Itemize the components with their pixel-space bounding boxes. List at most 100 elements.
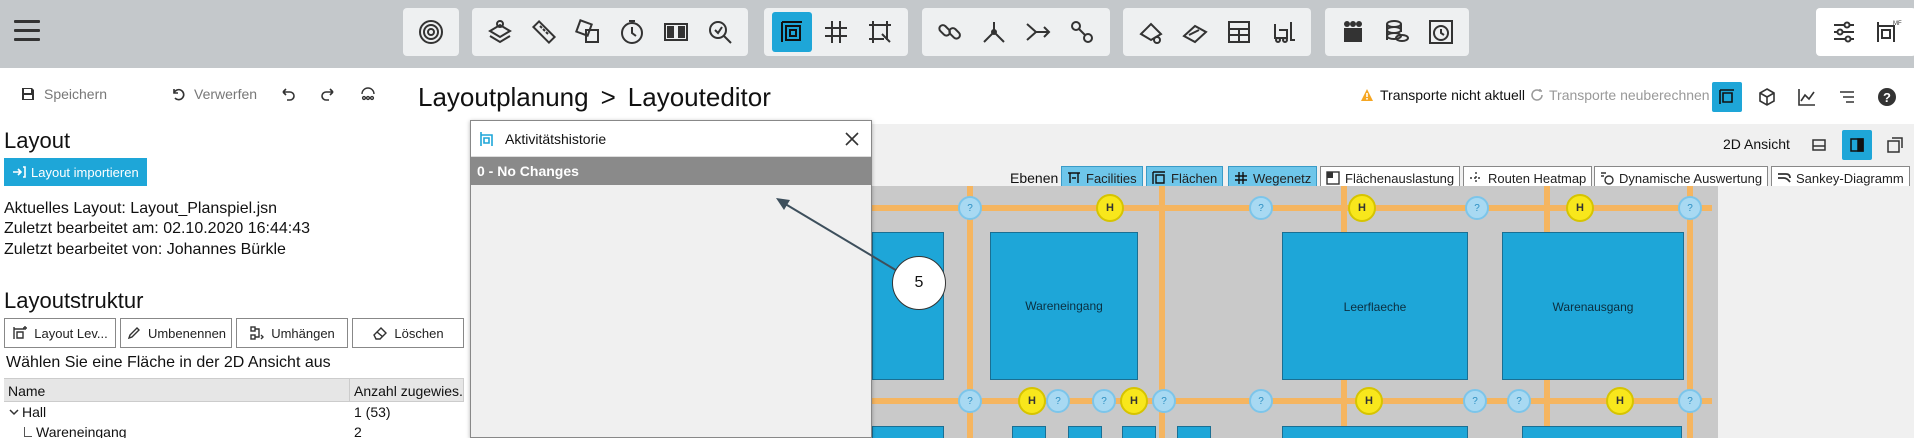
area-block[interactable]	[1012, 426, 1046, 438]
hub-node[interactable]: H	[1096, 194, 1124, 222]
col-name-header[interactable]: Name	[4, 379, 350, 401]
panel-toggle-button[interactable]	[1842, 130, 1872, 160]
layers-hand-icon[interactable]	[480, 12, 520, 52]
dialog-title-bar[interactable]: Aktivitätshistorie	[471, 121, 871, 157]
target-icon[interactable]	[411, 12, 451, 52]
path-node[interactable]: ?	[1507, 389, 1531, 413]
path-segment	[872, 398, 1712, 404]
layer-label: Sankey-Diagramm	[1796, 170, 1904, 186]
timer-icon[interactable]	[1421, 12, 1461, 52]
path-node[interactable]: ?	[1678, 389, 1702, 413]
refresh-icon	[1531, 89, 1543, 101]
path-node[interactable]: ?	[1249, 389, 1273, 413]
area-block[interactable]	[1282, 426, 1468, 438]
layers-label: Ebenen	[1010, 170, 1059, 186]
ruler-icon[interactable]	[524, 12, 564, 52]
layer-label: Wegenetz	[1253, 170, 1312, 186]
conveyor-icon[interactable]	[1175, 12, 1215, 52]
grid-objects-icon[interactable]	[656, 12, 696, 52]
redo-button[interactable]	[320, 86, 336, 102]
table-row[interactable]: Hall 1 (53)	[4, 402, 464, 422]
rename-button[interactable]: Umbenennen	[120, 318, 232, 348]
action-bar: Speichern Verwerfen Layoutplanung > Layo…	[0, 68, 1914, 124]
col-count-header[interactable]: Anzahl zugewies...	[350, 379, 464, 401]
delete-button[interactable]: Löschen	[352, 318, 464, 348]
hub-node[interactable]: H	[1348, 194, 1376, 222]
list-button[interactable]	[1832, 82, 1862, 112]
path-node[interactable]: ?	[1046, 389, 1070, 413]
facility-icon[interactable]	[772, 12, 812, 52]
truck-icon[interactable]	[1131, 12, 1171, 52]
history-entry[interactable]: 0 - No Changes	[471, 157, 871, 185]
path-node[interactable]: ?	[1678, 196, 1702, 220]
path-node[interactable]: ?	[1152, 389, 1176, 413]
area-block[interactable]	[872, 426, 944, 438]
rack-icon[interactable]	[1219, 12, 1259, 52]
hub-node[interactable]: H	[1606, 387, 1634, 415]
cube-icon	[1759, 88, 1775, 106]
layer-label: Flächenauslastung	[1345, 170, 1455, 186]
breadcrumb-parent[interactable]: Layoutplanung	[418, 82, 589, 113]
table-row[interactable]: Wareneingang 2	[4, 422, 464, 438]
hub-node[interactable]: H	[1566, 194, 1594, 222]
view-3d-button[interactable]	[1752, 82, 1782, 112]
undo-button[interactable]	[280, 86, 296, 102]
area-block[interactable]	[1177, 426, 1211, 438]
row-name: Wareneingang	[36, 424, 127, 438]
chart-button[interactable]	[1792, 82, 1822, 112]
sliders-icon[interactable]	[1824, 12, 1864, 52]
area-block[interactable]	[1122, 426, 1156, 438]
grid-icon[interactable]	[816, 12, 856, 52]
last-edited-by-text: Zuletzt bearbeitet von: Johannes Bürkle	[4, 241, 286, 258]
area-block[interactable]	[1068, 426, 1102, 438]
hub-node[interactable]: H	[1120, 387, 1148, 415]
svg-text:?: ?	[1883, 90, 1891, 105]
path-node[interactable]: ?	[1092, 389, 1116, 413]
warning-icon	[1361, 89, 1373, 101]
recalc-transports-button[interactable]: Transporte neuberechnen	[1530, 87, 1710, 103]
annotation-callout: 5	[892, 256, 946, 310]
toolbar-group-6	[1325, 8, 1469, 56]
save-label: Speichern	[44, 86, 108, 102]
link-icon[interactable]	[1062, 12, 1102, 52]
popout-button[interactable]	[1880, 130, 1910, 160]
layout-level-button[interactable]: Layout Lev...	[4, 318, 116, 348]
history-button[interactable]	[360, 86, 376, 102]
path-node[interactable]: ?	[1249, 196, 1273, 220]
split-icon[interactable]	[974, 12, 1014, 52]
hub-node[interactable]: H	[1355, 387, 1383, 415]
menu-icon[interactable]	[14, 20, 40, 42]
hub-node[interactable]: H	[1018, 387, 1046, 415]
save-button[interactable]: Speichern	[20, 86, 107, 102]
discard-button[interactable]: Verwerfen	[170, 86, 257, 102]
forklift-icon[interactable]	[1263, 12, 1303, 52]
people-icon[interactable]	[1333, 12, 1373, 52]
clock-icon[interactable]	[612, 12, 652, 52]
search-zoom-icon[interactable]	[700, 12, 740, 52]
help-button[interactable]: ?	[1872, 82, 1902, 112]
redo-icon	[321, 88, 334, 101]
area-block[interactable]	[1522, 426, 1682, 438]
view-2d-button[interactable]	[1712, 82, 1742, 112]
view-save-button[interactable]	[1804, 130, 1834, 160]
layout-mf-icon[interactable]: MF	[1868, 12, 1908, 52]
shapes-icon[interactable]	[568, 12, 608, 52]
eraser-icon	[373, 327, 388, 340]
path-node[interactable]: ?	[958, 196, 982, 220]
toolbar-group-7: MF	[1816, 8, 1914, 56]
coins-icon[interactable]	[1377, 12, 1417, 52]
import-layout-button[interactable]: Layout importieren	[4, 158, 147, 186]
path-node[interactable]: ?	[958, 389, 982, 413]
chevron-down-icon[interactable]	[8, 406, 20, 418]
toolbar-group-1	[403, 8, 459, 56]
layout-mf-icon	[480, 131, 493, 146]
rehang-button[interactable]: Umhängen	[236, 318, 348, 348]
dialog-title: Aktivitätshistorie	[505, 130, 607, 147]
path-node[interactable]: ?	[1465, 196, 1489, 220]
chain-icon[interactable]	[930, 12, 970, 52]
merge-icon[interactable]	[1018, 12, 1058, 52]
area-select-icon[interactable]	[860, 12, 900, 52]
facility-icon	[1068, 172, 1080, 183]
close-icon[interactable]	[843, 130, 861, 148]
path-node[interactable]: ?	[1463, 389, 1487, 413]
